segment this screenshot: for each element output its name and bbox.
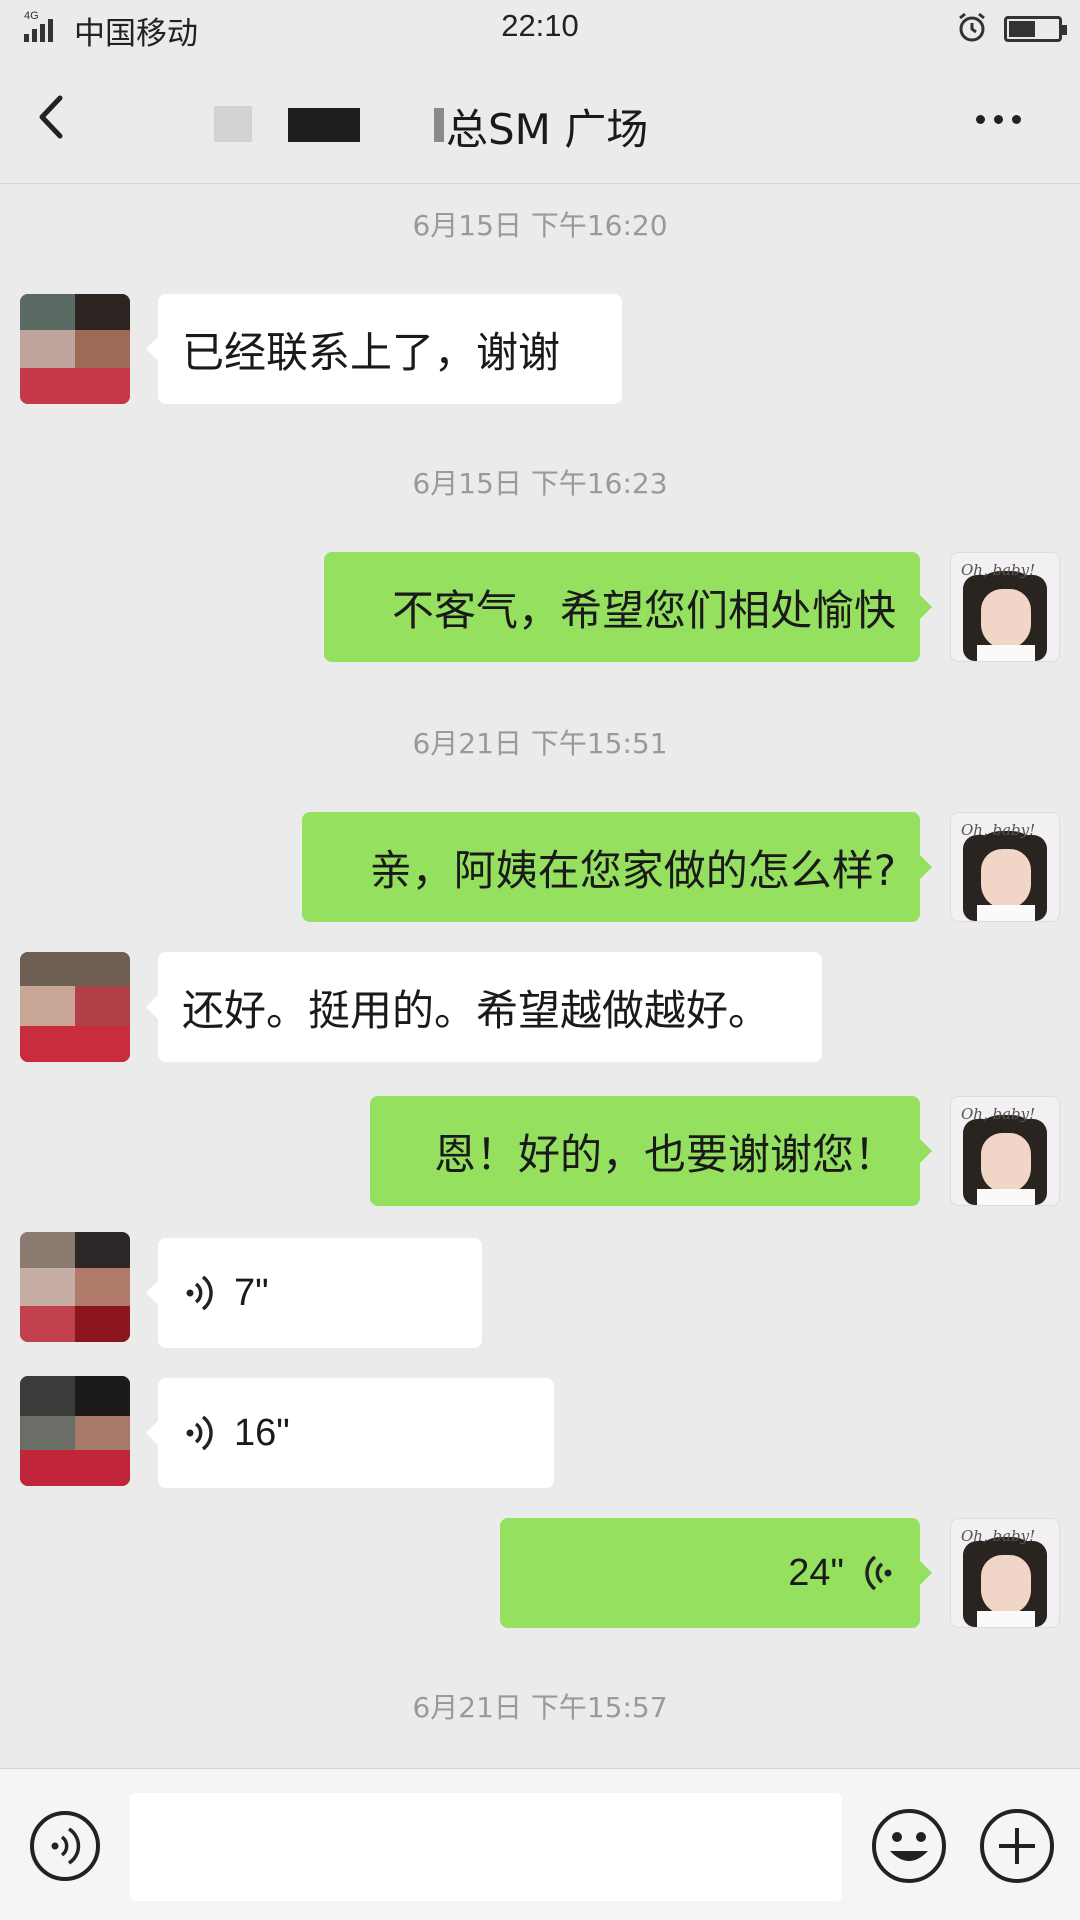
clock: 22:10 (501, 8, 579, 43)
message-bubble-received[interactable]: 已经联系上了，谢谢 (146, 294, 622, 404)
message-bubble-sent[interactable]: 亲，阿姨在您家做的怎么样? (302, 812, 932, 922)
alarm-icon (959, 12, 985, 42)
message-bubble-sent[interactable]: 恩！好的，也要谢谢您！ (370, 1096, 932, 1206)
timestamp: 6月21日 下午15:51 (412, 727, 668, 760)
message-bubble-sent[interactable]: 不客气，希望您们相处愉快 (324, 552, 932, 662)
voice-duration: 16" (234, 1411, 290, 1454)
avatar-self[interactable]: Oh, baby! (950, 812, 1060, 922)
redacted-block (214, 106, 252, 142)
status-bar: 4G 中国移动 22:10 (0, 0, 1080, 56)
message-text: 恩！好的，也要谢谢您！ (433, 1129, 896, 1179)
voice-wave-icon (865, 1555, 892, 1591)
avatar-self[interactable]: Oh, baby! (950, 1096, 1060, 1206)
smiley-icon[interactable] (870, 1807, 948, 1885)
voice-wave-icon (186, 1275, 213, 1311)
message-text: 不客气，希望您们相处愉快 (391, 585, 896, 635)
timestamp: 6月21日 下午15:57 (412, 1691, 668, 1724)
message-bubble-received[interactable]: 还好。挺用的。希望越做越好。 (146, 952, 822, 1062)
avatar-contact[interactable] (20, 952, 130, 1062)
redacted-block (288, 108, 360, 142)
avatar-self[interactable]: Oh, baby! (950, 1518, 1060, 1628)
battery-icon (1004, 16, 1067, 42)
message-text: 还好。挺用的。希望越做越好。 (182, 985, 771, 1035)
more-dots-icon[interactable] (976, 104, 1032, 134)
voice-message-sent[interactable]: 24" (500, 1518, 932, 1628)
plus-circle-icon[interactable] (978, 1807, 1056, 1885)
timestamp: 6月15日 下午16:20 (412, 209, 668, 242)
avatar-self[interactable]: Oh, baby! (950, 552, 1060, 662)
input-bar (0, 1768, 1080, 1920)
voice-wave-icon (186, 1415, 213, 1451)
redacted-block (434, 108, 444, 142)
timestamp: 6月15日 下午16:23 (412, 467, 668, 500)
avatar-contact[interactable] (20, 1232, 130, 1342)
chat-title: 总SM 广场 (446, 105, 649, 154)
message-input[interactable] (130, 1793, 842, 1901)
voice-duration: 7" (234, 1271, 269, 1314)
voice-duration: 24" (788, 1551, 844, 1594)
voice-icon[interactable] (28, 1809, 102, 1883)
voice-message-received[interactable]: 16" (146, 1378, 554, 1488)
chevron-left-icon[interactable] (30, 90, 78, 144)
avatar-contact[interactable] (20, 1376, 130, 1486)
message-text: 亲，阿姨在您家做的怎么样? (369, 845, 896, 895)
chat-header: 总SM 广场 (0, 56, 1080, 184)
voice-message-received[interactable]: 7" (146, 1238, 482, 1348)
avatar-contact[interactable] (20, 294, 130, 404)
message-text: 已经联系上了，谢谢 (182, 327, 561, 377)
